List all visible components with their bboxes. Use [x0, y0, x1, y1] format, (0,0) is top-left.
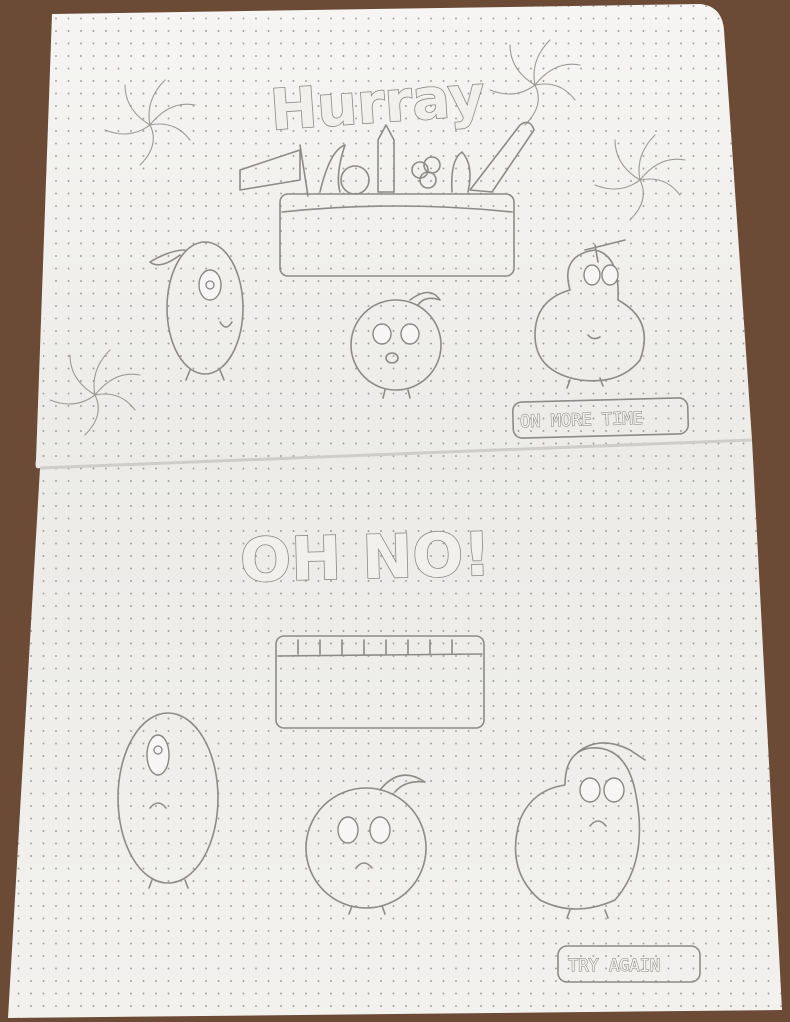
notebook-photo: Hurray ON MORE TIME OH NO! TRY AGAIN [0, 0, 790, 1022]
oh-no-title: OH NO! [239, 520, 491, 597]
try-again-label: TRY AGAIN [568, 956, 660, 976]
one-more-time-label: ON MORE TIME [520, 409, 643, 432]
